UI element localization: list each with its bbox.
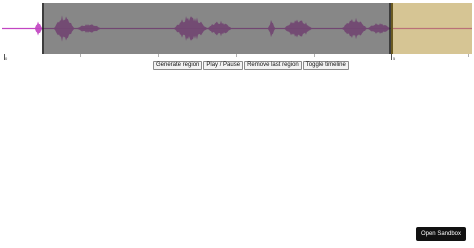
timeline-tick-minor [314, 54, 315, 57]
timeline-tick-minor [236, 54, 237, 57]
open-sandbox-button[interactable]: Open Sandbox [415, 227, 466, 241]
play-pause-button[interactable]: Play / Pause [203, 61, 244, 70]
timeline-tick-minor [80, 54, 81, 57]
region-2[interactable] [391, 3, 472, 54]
timeline-label-mark: 5 [393, 56, 396, 61]
timeline-label-start: 0 [5, 56, 8, 61]
generate-region-button[interactable]: Generate region [153, 61, 203, 70]
control-buttons: Generate region Play / Pause Remove last… [153, 61, 349, 70]
timeline-tick-minor [468, 54, 469, 57]
timeline-tick-minor [158, 54, 159, 57]
remove-last-region-button[interactable]: Remove last region [244, 61, 302, 70]
toggle-timeline-button[interactable]: Toggle timeline [302, 61, 349, 70]
waveform[interactable] [2, 3, 472, 54]
region-1-start-handle[interactable] [42, 3, 44, 54]
timeline-tick-major [391, 54, 392, 60]
region-1[interactable] [42, 3, 391, 54]
